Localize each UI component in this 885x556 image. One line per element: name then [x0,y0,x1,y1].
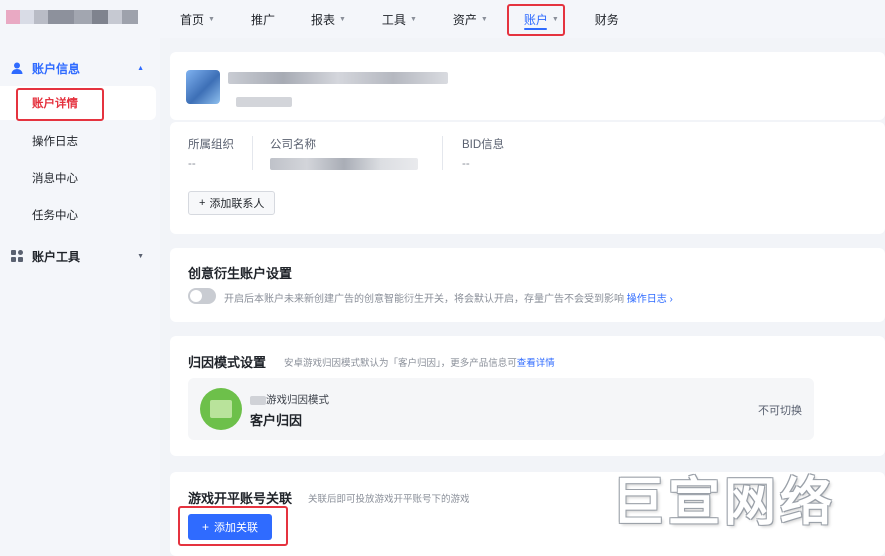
attribution-desc-text: 安卓游戏归因模式默认为「客户归因」，更多产品信息可 [284,358,517,369]
sidebar-group-account-tools[interactable]: 账户工具 ▼ [0,242,160,270]
field-value-bid: -- [462,158,470,170]
field-label-company: 公司名称 [270,139,316,151]
attribution-title: 归因模式设置 [188,355,267,370]
highlight-add-link [178,506,288,546]
blurred-os-label [250,395,266,405]
nav-tools-label: 工具 [381,12,406,27]
highlight-account-details [16,88,104,121]
nav-reports-label: 报表 [310,12,335,27]
chevron-down-icon: ▼ [137,252,144,260]
sidebar-item-task-center[interactable]: 任务中心 [0,198,156,232]
add-contact-button[interactable]: + 添加联系人 [188,191,276,215]
top-navbar: 首页 ▼ 推广 报表 ▼ 工具 ▼ 资产 ▼ 账户 ▼ 财务 [0,0,885,38]
user-icon [11,62,23,74]
game-link-description: 关联后即可投放游戏开平账号下的游戏 [308,494,470,505]
main-nav: 首页 ▼ 推广 报表 ▼ 工具 ▼ 资产 ▼ 账户 ▼ 财务 [180,0,655,38]
chevron-down-icon: ▼ [338,15,346,23]
nav-promotion[interactable]: 推广 [251,0,275,38]
field-value-organization: -- [188,158,196,170]
nav-assets[interactable]: 资产 ▼ [453,0,488,38]
nav-reports[interactable]: 报表 ▼ [311,0,346,38]
sidebar-group-label: 账户信息 [32,61,81,76]
view-details-link[interactable]: 查看详情 [517,358,555,369]
blurred-account-id [236,96,292,110]
grid-icon [11,250,23,262]
nav-home[interactable]: 首页 ▼ [180,0,215,38]
field-label-organization: 所属组织 [188,139,234,151]
sidebar-item-message-center[interactable]: 消息中心 [0,161,156,195]
attribution-mode-caption: 游戏归因模式 [250,392,329,407]
add-contact-label: 添加联系人 [209,198,265,210]
attribution-status: 不可切换 [758,405,802,417]
field-label-bid: BID信息 [462,139,505,151]
watermark-text: 巨宣网络 [612,473,837,533]
sidebar-group-label: 账户工具 [32,249,81,264]
account-header-card [170,52,885,120]
divider [442,136,443,170]
nav-finance[interactable]: 财务 [595,0,619,38]
blurred-account-name [228,72,448,87]
account-info-card: 所属组织 -- 公司名称 BID信息 -- + 添加联系人 [170,122,885,234]
attribution-mode-value: 客户归因 [250,413,303,428]
nav-finance-label: 财务 [594,12,619,27]
game-app-icon [200,388,242,430]
creative-description: 开启后本账户未来新创建广告的创意智能衍生开关，将会默认开启，存量广告不会受到影响… [224,290,673,305]
blurred-company-name [270,158,418,173]
creative-desc-text: 开启后本账户未来新创建广告的创意智能衍生开关，将会默认开启，存量广告不会受到影响 [224,294,624,305]
chevron-down-icon: ▼ [208,15,215,23]
chevron-down-icon: ▼ [409,15,417,23]
nav-tools[interactable]: 工具 ▼ [382,0,417,38]
highlight-nav-account [507,4,565,36]
operation-log-link[interactable]: 操作日志 › [627,294,673,305]
chevron-down-icon: ▼ [480,15,488,23]
blurred-logo [6,10,138,24]
chevron-up-icon: ▲ [137,64,144,72]
nav-promotion-label: 推广 [250,12,275,27]
creative-derived-toggle[interactable] [188,288,216,304]
attribution-description: 安卓游戏归因模式默认为「客户归因」，更多产品信息可查看详情 [284,355,555,369]
creative-title: 创意衍生账户设置 [188,266,293,281]
nav-home-label: 首页 [180,12,205,27]
sidebar-item-label: 操作日志 [32,136,78,148]
sidebar-item-label: 消息中心 [32,173,78,185]
plus-icon: + [199,197,206,209]
mode-caption-text: 游戏归因模式 [266,394,329,406]
sidebar-item-operation-log[interactable]: 操作日志 [0,124,156,158]
divider [252,136,253,170]
game-link-title: 游戏开平账号关联 [188,491,293,506]
sidebar-item-label: 任务中心 [32,210,78,222]
attribution-mode-box: 游戏归因模式 客户归因 不可切换 [188,378,814,440]
avatar [186,70,220,104]
sidebar-group-account-info[interactable]: 账户信息 ▲ [0,54,160,82]
nav-assets-label: 资产 [452,12,477,27]
creative-derived-card: 创意衍生账户设置 开启后本账户未来新创建广告的创意智能衍生开关，将会默认开启，存… [170,248,885,322]
